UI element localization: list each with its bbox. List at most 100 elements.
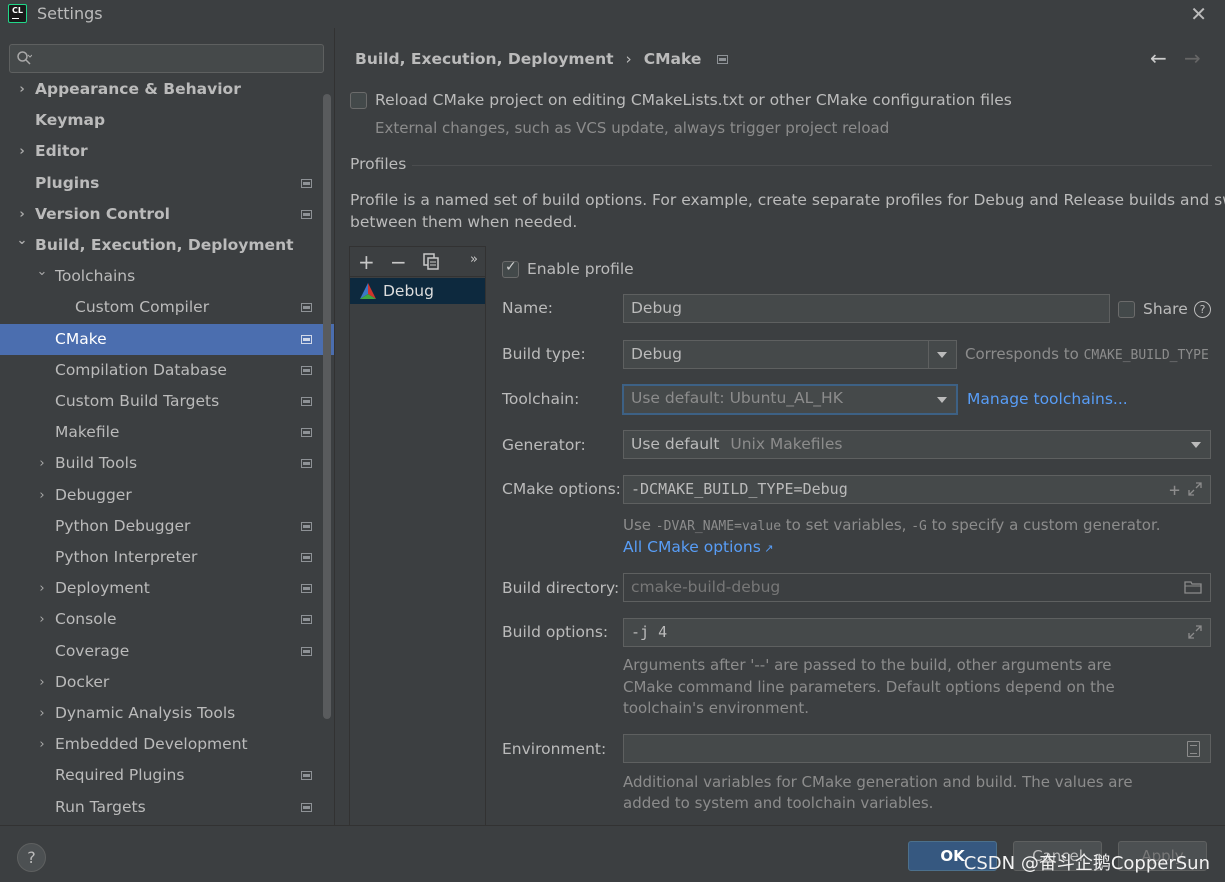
expand-icon[interactable] (1188, 625, 1202, 639)
build-type-note-code: CMAKE_BUILD_TYPE (1083, 348, 1209, 363)
sidebar-item-build-tools[interactable]: › Build Tools (0, 448, 334, 479)
sidebar-item-build-execution-deployment[interactable]: ⌄ Build, Execution, Deployment (0, 230, 334, 261)
toolchain-combobox[interactable]: Use default: Ubuntu_AL_HK (622, 384, 958, 415)
build-type-label: Build type: (502, 345, 586, 363)
sidebar-item-makefile[interactable]: Makefile (0, 417, 334, 448)
sidebar-item-dynamic-analysis-tools[interactable]: › Dynamic Analysis Tools (0, 698, 334, 729)
chevron-right-icon[interactable]: › (35, 729, 49, 760)
sidebar-item-coverage[interactable]: Coverage (0, 636, 334, 667)
sidebar-item-label: Python Debugger (55, 516, 191, 535)
environment-label: Environment: (502, 740, 607, 758)
breadcrumb-parent[interactable]: Build, Execution, Deployment (355, 50, 614, 68)
sidebar-item-required-plugins[interactable]: Required Plugins (0, 760, 334, 791)
sidebar-item-label: Dynamic Analysis Tools (55, 704, 236, 722)
project-scope-icon (301, 397, 312, 406)
sidebar-item-cmake[interactable]: CMake (0, 323, 334, 355)
edit-environment-icon[interactable] (1187, 741, 1200, 757)
sidebar-item-label: Plugins (35, 173, 100, 192)
profile-list-item-label: Debug (383, 282, 434, 300)
add-profile-button[interactable]: + (358, 250, 375, 274)
name-input[interactable]: Debug (623, 294, 1110, 323)
build-options-input[interactable]: -j 4 (623, 618, 1211, 647)
sidebar-item-python-debugger[interactable]: Python Debugger (0, 511, 334, 542)
sidebar-item-compilation-database[interactable]: Compilation Database (0, 355, 334, 386)
sidebar-item-plugins[interactable]: Plugins (0, 168, 334, 199)
chevron-right-icon[interactable]: › (35, 480, 49, 511)
settings-search-input[interactable] (50, 47, 320, 71)
build-directory-input[interactable]: cmake-build-debug (623, 573, 1211, 602)
enable-profile-checkbox[interactable] (502, 259, 519, 278)
reload-cmake-checkbox[interactable] (350, 92, 367, 109)
environment-input[interactable] (623, 734, 1211, 763)
profile-list-item-debug[interactable]: Debug (350, 278, 485, 304)
help-button[interactable]: ? (17, 843, 46, 872)
sidebar-item-run-targets[interactable]: Run Targets (0, 792, 334, 823)
cmake-options-hint: Use -DVAR_NAME=value to set variables, -… (623, 516, 1161, 534)
environment-hint-line1: Additional variables for CMake generatio… (623, 773, 1133, 791)
sidebar-item-appearance-behavior[interactable]: › Appearance & Behavior (0, 74, 334, 105)
settings-search-box[interactable] (9, 44, 324, 73)
expand-icon[interactable] (1188, 482, 1202, 496)
back-arrow-icon[interactable]: ← (1150, 46, 1167, 70)
chevron-right-icon[interactable]: › (35, 667, 49, 698)
sidebar-item-label: Editor (35, 142, 88, 161)
copy-profile-icon[interactable] (423, 253, 440, 270)
sidebar-scrollbar[interactable] (323, 94, 331, 719)
project-scope-icon (301, 771, 312, 781)
breadcrumb-current: CMake (643, 50, 702, 68)
hint-use: Use (623, 516, 656, 534)
sidebar-item-editor[interactable]: › Editor (0, 136, 334, 167)
build-type-combobox[interactable]: Debug (623, 340, 957, 369)
reload-cmake-hint: External changes, such as VCS update, al… (375, 119, 890, 137)
sidebar-item-console[interactable]: › Console (0, 604, 334, 635)
sidebar-item-label: Custom Build Targets (55, 392, 220, 410)
sidebar-item-deployment[interactable]: › Deployment (0, 573, 334, 604)
sidebar-item-label: Toolchains (55, 267, 136, 286)
chevron-down-icon[interactable]: ⌄ (15, 225, 29, 256)
chevron-down-icon[interactable]: ⌄ (35, 256, 49, 287)
hint-end: to specify a custom generator. (926, 516, 1161, 534)
manage-toolchains-link[interactable]: Manage toolchains... (967, 390, 1128, 408)
sidebar-item-label: Required Plugins (55, 766, 185, 785)
breadcrumb: Build, Execution, Deployment › CMake (355, 50, 740, 68)
sidebar-item-debugger[interactable]: › Debugger (0, 480, 334, 511)
share-checkbox[interactable] (1118, 301, 1135, 318)
sidebar-item-label: Appearance & Behavior (35, 80, 241, 98)
build-directory-label: Build directory: (502, 579, 620, 597)
sidebar-item-keymap[interactable]: Keymap (0, 105, 334, 136)
all-cmake-options-link[interactable]: All CMake options ↗ (623, 538, 774, 556)
remove-profile-button[interactable]: − (390, 250, 407, 274)
sidebar-item-label: Version Control (35, 204, 170, 223)
more-actions-button[interactable]: » (470, 252, 478, 267)
sidebar-item-custom-build-targets[interactable]: Custom Build Targets (0, 386, 334, 417)
chevron-right-icon[interactable]: › (15, 136, 29, 167)
sidebar-item-embedded-development[interactable]: › Embedded Development (0, 729, 334, 760)
external-link-icon: ↗ (760, 542, 774, 555)
chevron-right-icon[interactable]: › (35, 448, 49, 479)
sidebar-item-version-control[interactable]: › Version Control (0, 199, 334, 230)
close-window-button[interactable]: ✕ (1190, 2, 1207, 26)
forward-arrow-icon[interactable]: → (1184, 46, 1201, 70)
sidebar-item-toolchains[interactable]: ⌄ Toolchains (0, 261, 334, 292)
project-scope-icon (301, 553, 312, 562)
plus-icon[interactable]: + (1169, 477, 1180, 504)
all-cmake-options-label: All CMake options (623, 538, 761, 556)
generator-combobox[interactable]: Use default Unix Makefiles (623, 430, 1211, 459)
section-divider (412, 165, 1212, 166)
share-label: Share (1143, 300, 1188, 318)
sidebar-item-docker[interactable]: › Docker (0, 667, 334, 698)
environment-hint-line2: added to system and toolchain variables. (623, 794, 934, 812)
chevron-right-icon[interactable]: › (35, 698, 49, 729)
help-icon[interactable]: ? (1194, 301, 1211, 318)
hint-code-g: -G (911, 519, 927, 534)
sidebar-item-python-interpreter[interactable]: Python Interpreter (0, 542, 334, 573)
folder-icon[interactable] (1184, 580, 1202, 594)
chevron-down-icon[interactable] (928, 341, 956, 368)
chevron-right-icon[interactable]: › (15, 74, 29, 105)
breadcrumb-separator: › (625, 50, 632, 68)
chevron-right-icon[interactable]: › (35, 573, 49, 604)
chevron-right-icon[interactable]: › (35, 604, 49, 635)
cmake-options-input[interactable]: -DCMAKE_BUILD_TYPE=Debug + (623, 475, 1211, 504)
sidebar-item-custom-compiler[interactable]: Custom Compiler (0, 292, 334, 323)
hint-code-var: -DVAR_NAME=value (655, 519, 782, 534)
